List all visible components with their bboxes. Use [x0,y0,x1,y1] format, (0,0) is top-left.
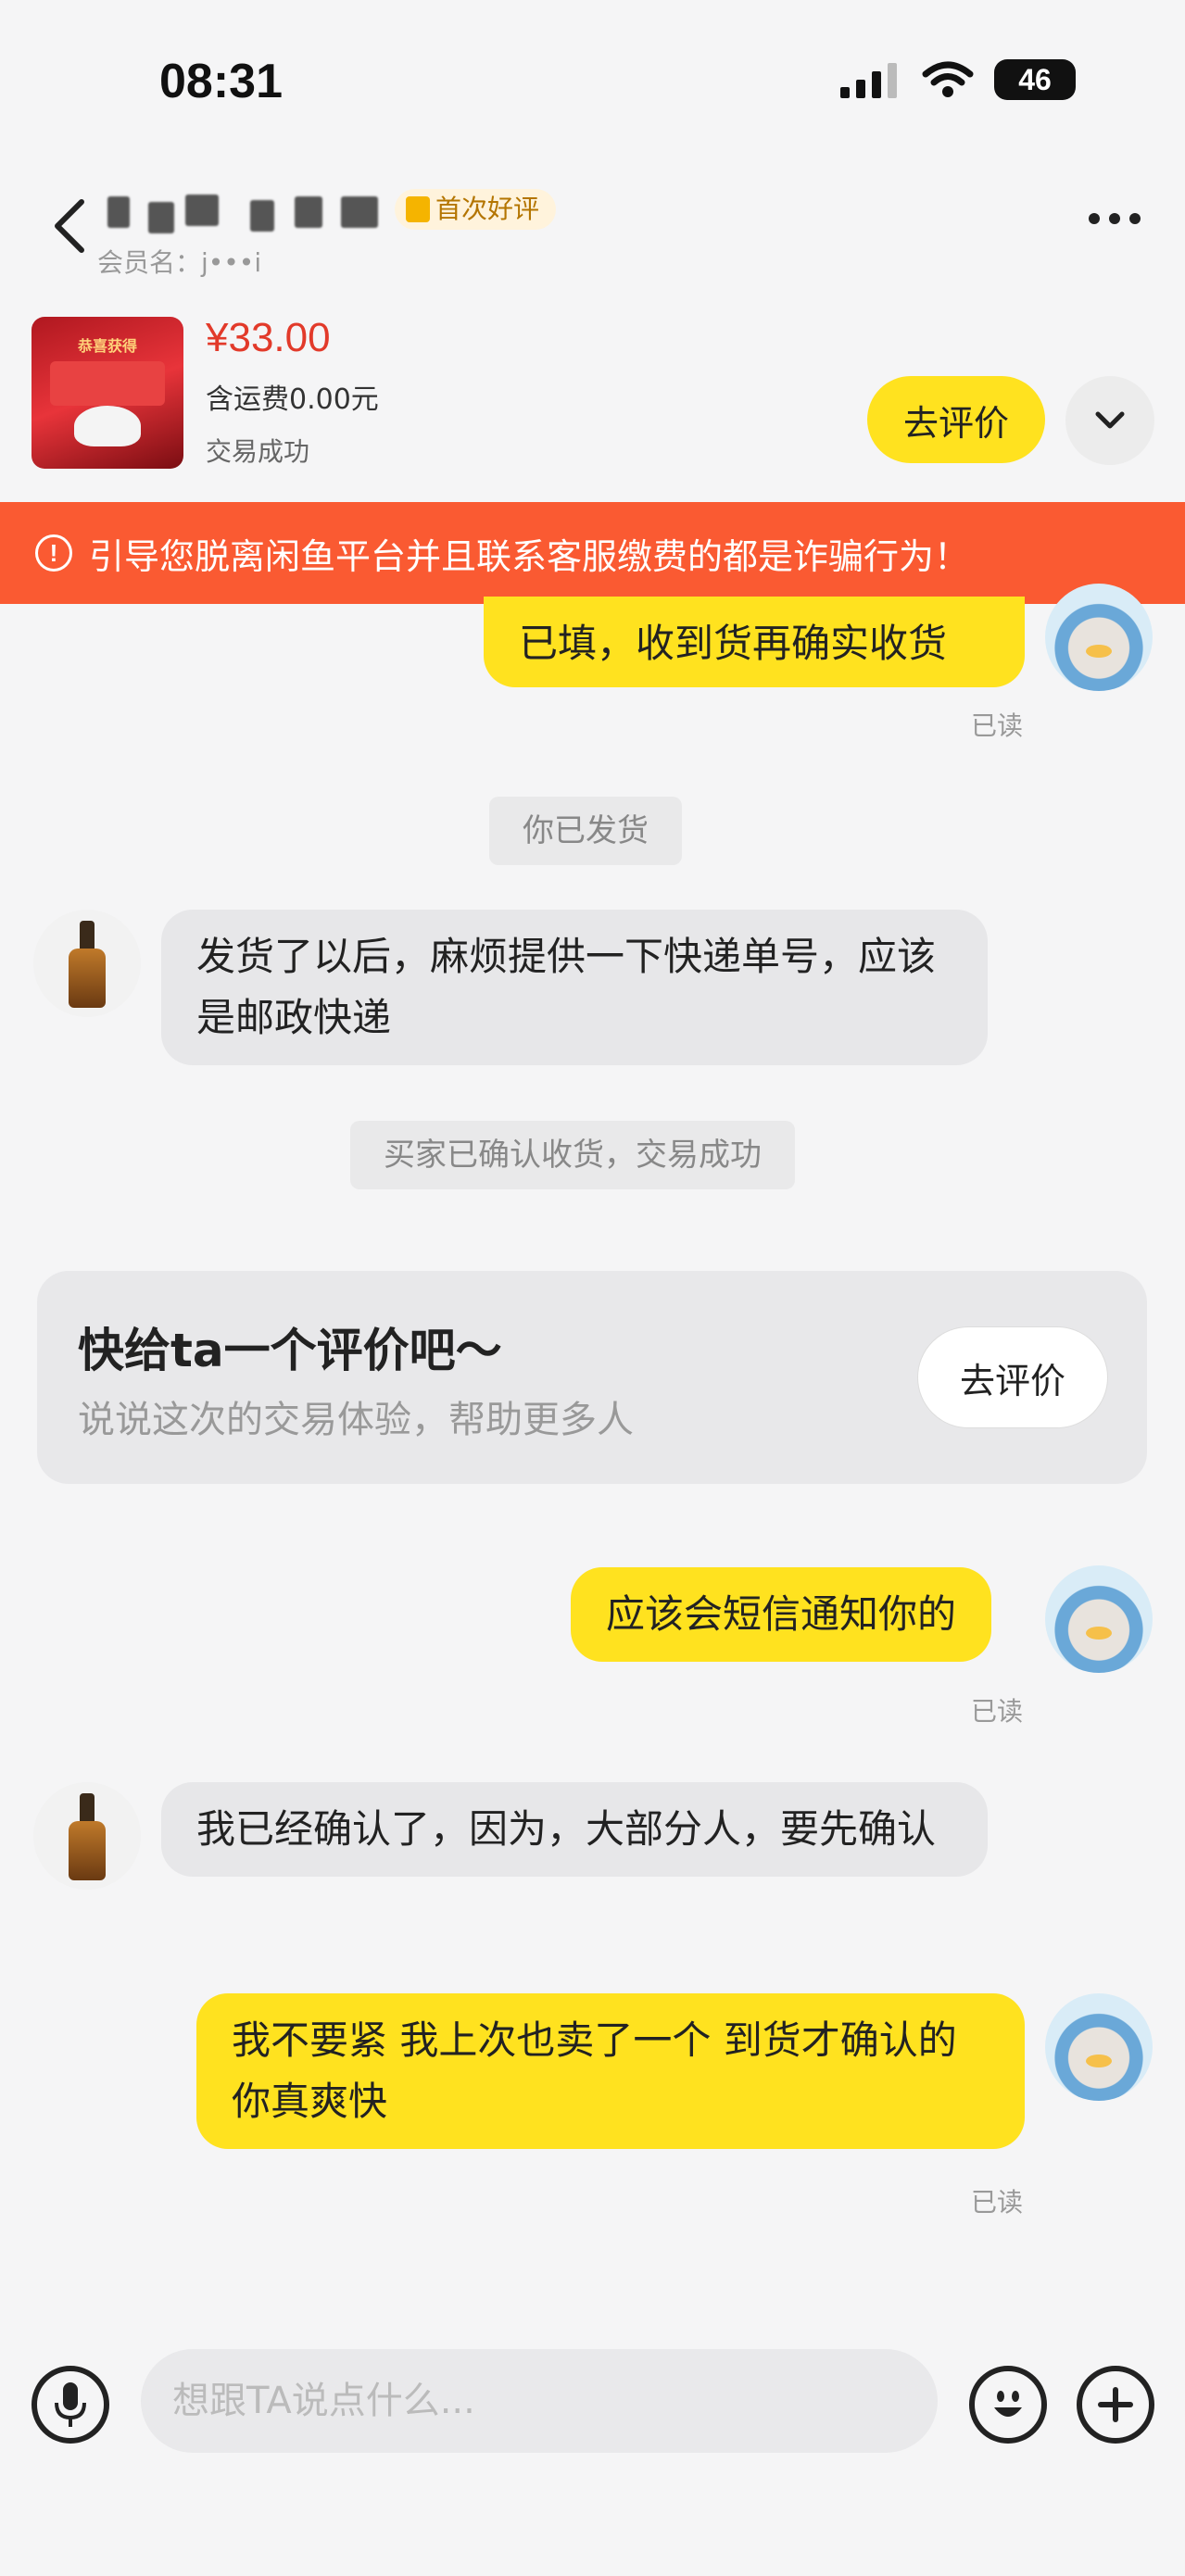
voice-input-button[interactable] [32,2366,109,2444]
rate-button[interactable]: 去评价 [867,376,1045,463]
rating-card-button[interactable]: 去评价 [917,1326,1108,1428]
message-bubble-sent: 应该会短信通知你的 [571,1567,992,1662]
read-receipt: 已读 [971,2187,1024,2218]
expand-button[interactable] [1065,376,1154,465]
message-bubble-received: 发货了以后，麻烦提供一下快递单号，应该是邮政快递 [161,910,988,1065]
read-receipt: 已读 [971,1696,1024,1727]
rating-card-subtitle: 说说这次的交易体验，帮助更多人 [78,1399,634,1441]
signal-icon [840,63,897,98]
message-text: 已填，收到货再确实收货 [519,621,948,666]
praise-badge-label: 首次好评 [435,194,540,224]
wifi-icon [922,61,974,97]
product-price: ¥33.00 [206,315,331,360]
message-bubble-sent: 已填，收到货再确实收货 [484,597,1025,687]
message-bubble-received: 我已经确认了，因为，大部分人，要先确认 [161,1782,988,1877]
system-message: 你已发货 [489,797,682,865]
praise-badge: 首次好评 [395,189,557,230]
trade-status: 交易成功 [206,436,310,467]
buyer-avatar[interactable] [33,1782,141,1890]
member-name-label: 会员名：j•••i [97,247,262,278]
more-options-icon[interactable] [1089,213,1141,224]
system-message: 买家已确认收货，交易成功 [350,1121,795,1189]
message-text: 我不要紧 我上次也卖了一个 到货才确认的 你真爽快 [232,2017,957,2124]
warning-text: 引导您脱离闲鱼平台并且联系客服缴费的都是诈骗行为！ [89,535,970,577]
shipping-fee: 含运费0.00元 [206,383,379,416]
my-avatar[interactable] [1045,1993,1153,2101]
buyer-avatar[interactable] [33,910,141,1017]
status-icons: 46 [840,59,1076,100]
emoji-button[interactable] [969,2366,1047,2444]
message-input[interactable] [141,2349,938,2453]
battery-indicator: 46 [994,59,1076,100]
read-receipt: 已读 [971,710,1024,741]
back-icon[interactable] [46,196,93,256]
message-text: 发货了以后，麻烦提供一下快递单号，应该是邮政快递 [196,934,937,1040]
thumbnail-caption: 恭喜获得 [77,337,137,355]
medal-icon [406,196,430,222]
emoji-icon [994,2391,1022,2417]
add-attachment-button[interactable] [1077,2366,1154,2444]
rating-card-title: 快给ta一个评价吧～ [78,1324,502,1377]
message-text: 我已经确认了，因为，大部分人，要先确认 [196,1806,937,1852]
plus-icon [1098,2387,1133,2422]
microphone-icon [55,2382,86,2427]
chevron-down-icon [1095,411,1125,429]
message-text: 应该会短信通知你的 [606,1591,957,1637]
my-avatar[interactable] [1045,1565,1153,1673]
message-bubble-sent: 我不要紧 我上次也卖了一个 到货才确认的 你真爽快 [196,1993,1025,2149]
product-thumbnail[interactable]: 恭喜获得 [32,317,183,469]
my-avatar[interactable] [1045,584,1153,691]
fraud-warning-banner: ! 引导您脱离闲鱼平台并且联系客服缴费的都是诈骗行为！ [0,502,1185,604]
status-time: 08:31 [159,55,283,108]
warning-icon: ! [35,534,72,572]
